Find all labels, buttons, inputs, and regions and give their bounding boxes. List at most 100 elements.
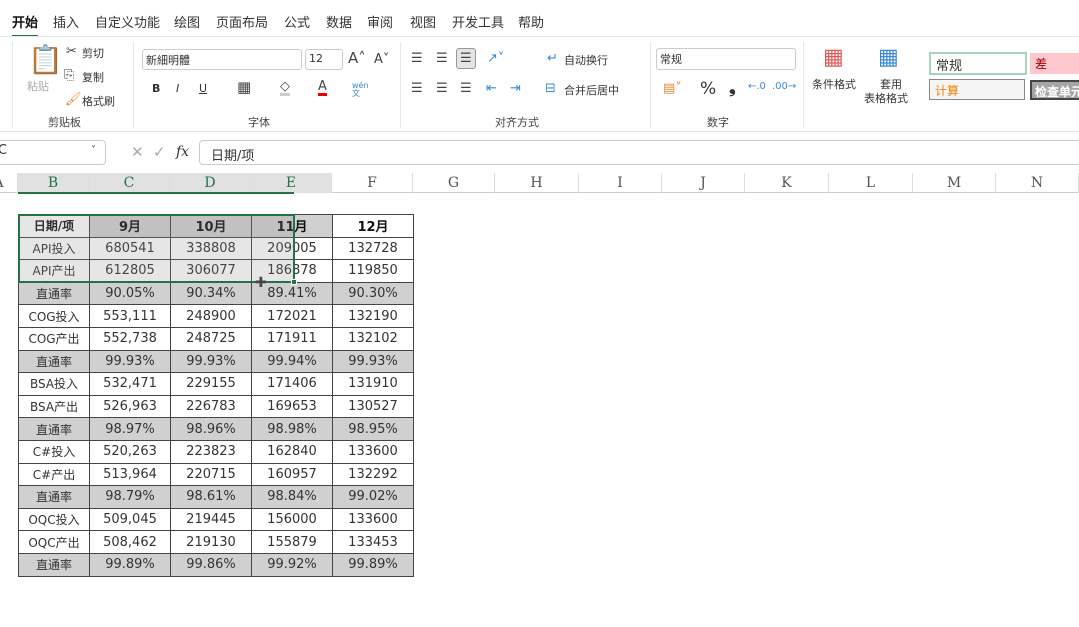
column-header-L[interactable]: L xyxy=(829,173,913,193)
table-cell[interactable]: 99.02% xyxy=(332,485,414,509)
column-header-M[interactable]: M xyxy=(913,173,996,193)
table-cell[interactable]: 99.93% xyxy=(89,349,171,374)
table-cell[interactable]: BSA投入 xyxy=(18,372,90,396)
column-header-E[interactable]: E xyxy=(251,173,332,193)
table-cell[interactable]: 133600 xyxy=(332,507,414,532)
table-cell[interactable]: 219445 xyxy=(170,507,252,532)
table-cell[interactable]: 532,471 xyxy=(89,372,171,396)
table-cell[interactable]: 直通率 xyxy=(18,281,90,306)
table-cell[interactable]: 直通率 xyxy=(18,417,90,441)
table-cell[interactable]: 98.98% xyxy=(251,417,333,441)
bold-button[interactable]: B xyxy=(152,82,160,95)
table-cell[interactable]: 226783 xyxy=(170,394,252,419)
table-cell[interactable]: 98.97% xyxy=(89,417,171,441)
table-cell[interactable]: 248725 xyxy=(170,326,252,351)
table-cell[interactable]: 132728 xyxy=(332,236,414,261)
underline-button[interactable]: U xyxy=(199,82,207,95)
table-cell[interactable]: 160957 xyxy=(251,462,333,487)
font-color-icon[interactable]: A xyxy=(318,80,327,96)
table-cell[interactable]: 90.30% xyxy=(332,281,414,306)
align-bottom-icon[interactable]: ☰ xyxy=(456,48,476,69)
accounting-format-icon[interactable]: ▤˅ xyxy=(663,82,682,95)
table-cell[interactable]: 509,045 xyxy=(89,507,171,532)
table-cell[interactable]: 513,964 xyxy=(89,462,171,487)
chevron-down-icon[interactable]: ˅ xyxy=(91,146,96,156)
table-cell[interactable]: 98.95% xyxy=(332,417,414,441)
table-cell[interactable]: 169653 xyxy=(251,394,333,419)
table-cell[interactable]: 98.84% xyxy=(251,485,333,509)
table-format-label-2[interactable]: 表格格式 xyxy=(864,90,908,106)
table-cell[interactable]: 156000 xyxy=(251,507,333,532)
orientation-icon[interactable]: ↗˅ xyxy=(487,52,504,65)
table-cell[interactable]: 508,462 xyxy=(89,530,171,554)
table-cell[interactable]: 155879 xyxy=(251,530,333,554)
table-cell[interactable]: 171406 xyxy=(251,372,333,396)
column-header-D[interactable]: D xyxy=(170,173,251,193)
tab-2[interactable]: 自定义功能 xyxy=(95,12,160,31)
font-name-select[interactable]: 新細明體 xyxy=(142,49,302,70)
grow-font-icon[interactable]: A˄ xyxy=(348,51,366,66)
column-header-B[interactable]: B xyxy=(18,173,89,193)
tab-0[interactable]: 开始 xyxy=(12,12,39,37)
style-normal[interactable]: 常规 xyxy=(929,52,1027,75)
table-cell[interactable]: 248900 xyxy=(170,304,252,328)
table-cell[interactable]: 220715 xyxy=(170,462,252,487)
style-check[interactable]: 检查单元格 xyxy=(1030,80,1079,100)
conditional-format-button[interactable]: 条件格式 xyxy=(812,76,856,92)
table-cell[interactable]: OQC产出 xyxy=(18,530,90,554)
table-cell[interactable]: BSA产出 xyxy=(18,394,90,419)
column-header-K[interactable]: K xyxy=(745,173,829,193)
cancel-icon[interactable]: ✕ xyxy=(131,145,144,160)
table-cell[interactable]: 553,111 xyxy=(89,304,171,328)
table-cell[interactable]: 526,963 xyxy=(89,394,171,419)
align-left-icon[interactable]: ☰ xyxy=(411,82,423,95)
table-cell[interactable]: 98.79% xyxy=(89,485,171,509)
increase-decimal-icon[interactable]: ←.0 xyxy=(748,82,766,92)
paste-button[interactable]: 粘贴 xyxy=(27,78,49,94)
table-cell[interactable]: 99.94% xyxy=(251,349,333,374)
tab-10[interactable]: 帮助 xyxy=(518,12,544,31)
table-cell[interactable]: 552,738 xyxy=(89,326,171,351)
table-cell[interactable]: 99.93% xyxy=(170,349,252,374)
tab-6[interactable]: 数据 xyxy=(326,12,352,31)
table-cell[interactable]: 99.89% xyxy=(332,552,414,577)
table-cell[interactable]: C#产出 xyxy=(18,462,90,487)
table-format-icon[interactable]: ▦ xyxy=(878,47,899,69)
enter-icon[interactable]: ✓ xyxy=(153,145,166,160)
cut-button[interactable]: 剪切 xyxy=(82,45,104,61)
tab-9[interactable]: 开发工具 xyxy=(452,12,504,31)
formula-input[interactable]: 日期/项 xyxy=(199,140,1079,165)
insert-function-button[interactable]: fx xyxy=(176,144,189,160)
table-cell[interactable]: 98.96% xyxy=(170,417,252,441)
align-center-icon[interactable]: ☰ xyxy=(436,82,448,95)
table-cell[interactable]: 98.61% xyxy=(170,485,252,509)
number-format-select[interactable]: 常规 xyxy=(656,48,796,70)
column-header-H[interactable]: H xyxy=(495,173,579,193)
table-cell[interactable]: 99.93% xyxy=(332,349,414,374)
merge-center-button[interactable]: 合并后居中 xyxy=(564,82,619,98)
tab-3[interactable]: 绘图 xyxy=(174,12,200,31)
column-header-C[interactable]: C xyxy=(89,173,170,193)
table-cell[interactable]: 171911 xyxy=(251,326,333,351)
table-cell[interactable]: OQC投入 xyxy=(18,507,90,532)
phonetic-button[interactable]: wén 文 xyxy=(352,82,369,98)
conditional-format-icon[interactable]: ▦ xyxy=(823,47,844,69)
increase-indent-icon[interactable]: ⇥ xyxy=(510,82,521,95)
column-header-J[interactable]: J xyxy=(662,173,745,193)
tab-7[interactable]: 审阅 xyxy=(367,12,393,31)
table-cell[interactable]: 219130 xyxy=(170,530,252,554)
table-cell[interactable]: COG产出 xyxy=(18,326,90,351)
table-cell[interactable]: 直通率 xyxy=(18,349,90,374)
table-cell[interactable]: 直通率 xyxy=(18,485,90,509)
borders-icon[interactable]: ▦ xyxy=(237,80,251,95)
cell-selection[interactable] xyxy=(18,214,295,283)
table-cell[interactable]: 直通率 xyxy=(18,552,90,577)
align-middle-icon[interactable]: ☰ xyxy=(436,52,448,65)
tab-8[interactable]: 视图 xyxy=(410,12,436,31)
table-cell[interactable]: 99.92% xyxy=(251,552,333,577)
font-size-select[interactable]: 12 xyxy=(305,49,343,70)
comma-button[interactable]: ❟ xyxy=(729,78,736,98)
style-calc[interactable]: 计算 xyxy=(929,79,1025,100)
table-cell[interactable]: 99.89% xyxy=(89,552,171,577)
decrease-indent-icon[interactable]: ⇤ xyxy=(486,82,497,95)
